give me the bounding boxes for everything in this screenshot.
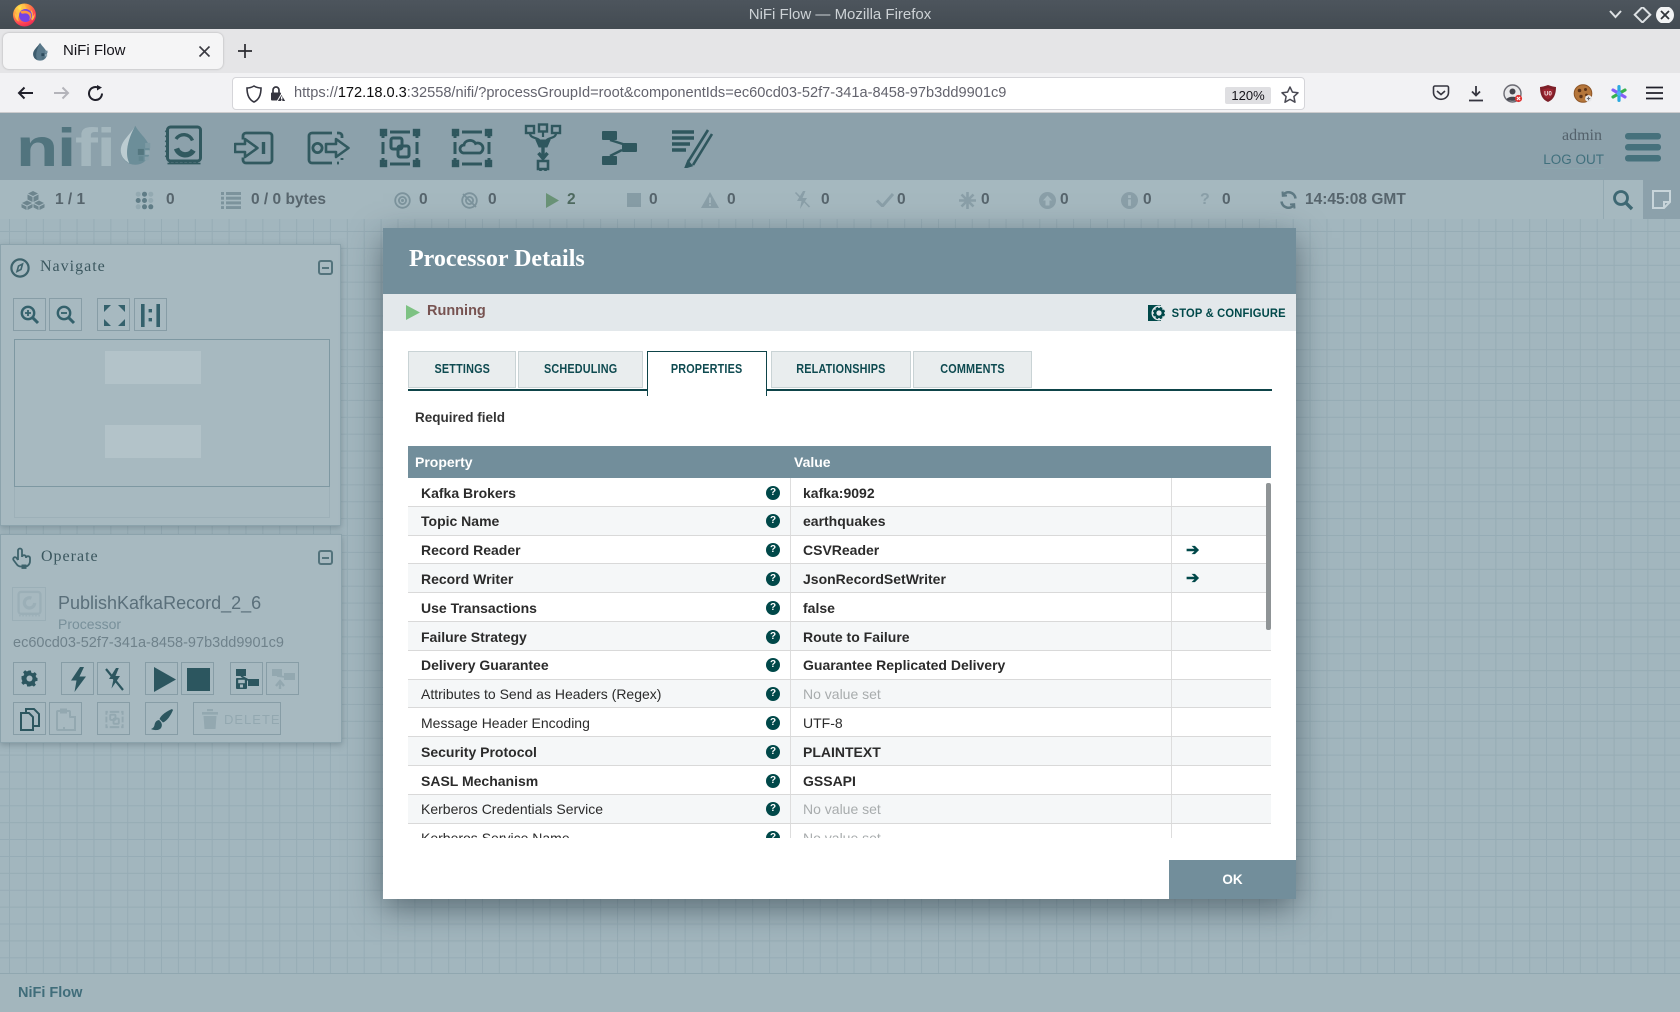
svg-text:U0: U0 — [1544, 92, 1552, 98]
